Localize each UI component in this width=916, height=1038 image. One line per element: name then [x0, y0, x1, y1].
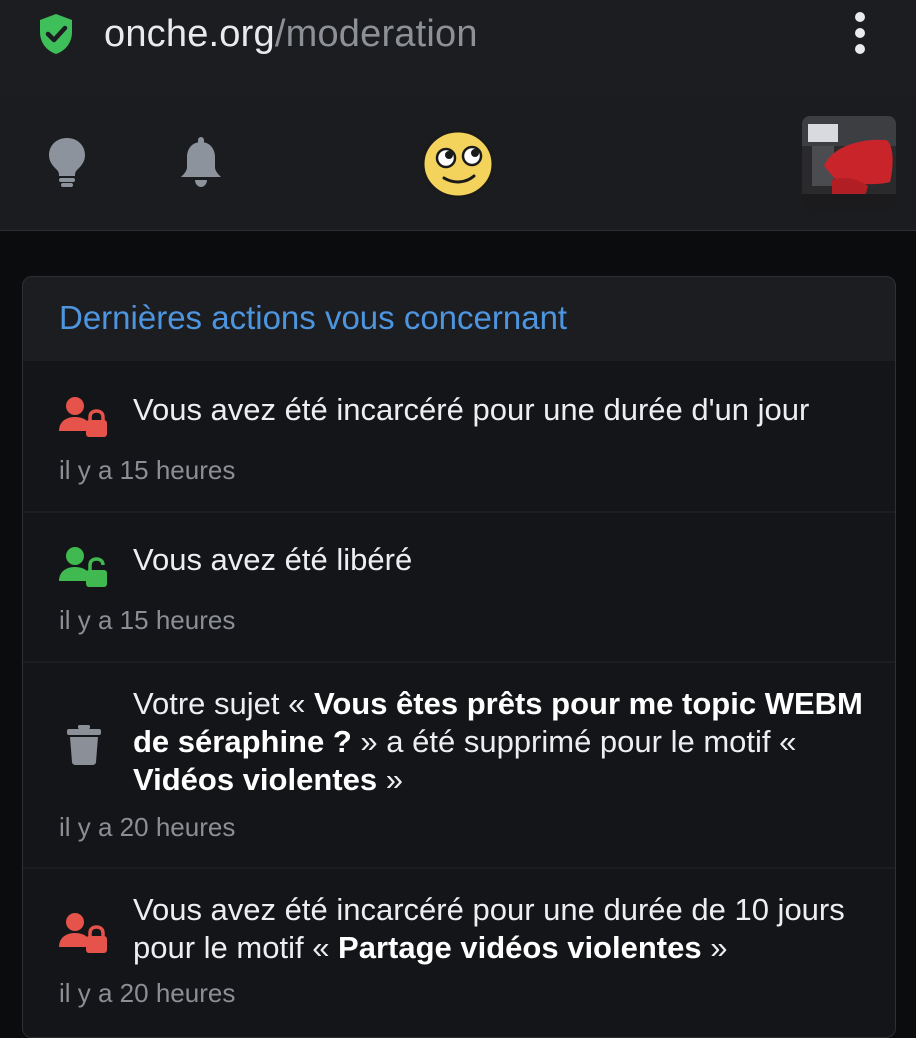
item-time: il y a 20 heures	[59, 812, 236, 842]
item-text: Vous avez été incarcéré pour une durée d…	[133, 392, 810, 427]
item-time: il y a 15 heures	[59, 455, 236, 485]
item-text-post: »	[701, 930, 728, 965]
item-time: il y a 20 heures	[59, 978, 236, 1008]
url-text[interactable]: onche.org/moderation	[104, 10, 478, 58]
user-unlock-icon	[59, 547, 107, 587]
item-text: Vous avez été libéré	[133, 542, 413, 577]
item-text-mid: » a été supprimé pour le motif «	[351, 724, 797, 759]
shield-check-icon	[40, 14, 72, 54]
smiley-logo[interactable]	[420, 128, 496, 200]
item-text-pre: Votre sujet «	[133, 686, 314, 721]
url-host: onche.org	[104, 13, 275, 55]
item-text: Vous avez été incarcéré pour une durée d…	[133, 891, 863, 967]
list-item: Vous avez été incarcéré pour une durée d…	[23, 869, 895, 1037]
bell-icon[interactable]	[178, 136, 224, 188]
site-top-nav	[0, 96, 916, 231]
card-title: Dernières actions vous concernant	[59, 299, 568, 336]
item-text-post: »	[377, 762, 403, 797]
list-item: Votre sujet « Vous êtes prêts pour me to…	[23, 663, 895, 867]
list-item: Vous avez été incarcéré pour une durée d…	[23, 361, 895, 511]
item-reason: Partage vidéos violentes	[338, 930, 702, 965]
item-text: Votre sujet « Vous êtes prêts pour me to…	[133, 685, 863, 799]
kebab-menu-icon[interactable]	[846, 10, 874, 56]
user-avatar[interactable]	[802, 116, 896, 210]
user-lock-icon	[59, 913, 107, 953]
moderation-actions-card: Dernières actions vous concernant Vous a…	[22, 276, 896, 1038]
avatar-image	[802, 116, 896, 210]
list-item: Vous avez été libéré il y a 15 heures	[23, 513, 895, 661]
item-reason: Vidéos violentes	[133, 762, 378, 797]
lightbulb-icon[interactable]	[46, 136, 88, 188]
url-path: /moderation	[274, 13, 478, 55]
trash-icon	[67, 725, 101, 765]
browser-url-bar[interactable]: onche.org/moderation	[0, 0, 916, 96]
user-lock-icon	[59, 397, 107, 437]
item-time: il y a 15 heures	[59, 605, 236, 635]
